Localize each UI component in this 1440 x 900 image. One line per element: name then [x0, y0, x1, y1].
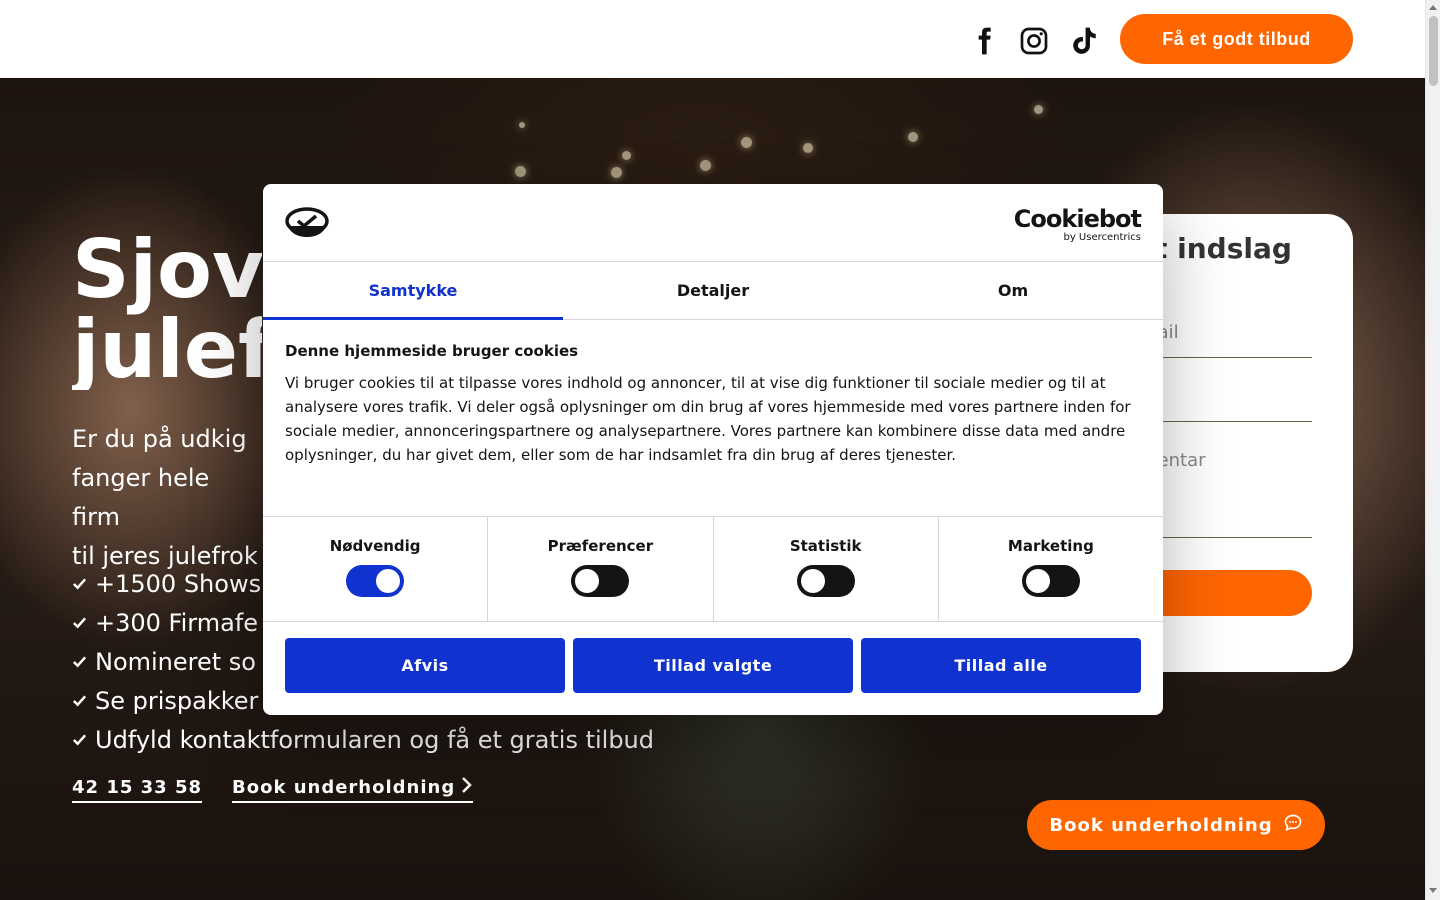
- check-icon: [72, 732, 87, 747]
- decline-button[interactable]: Afvis: [285, 638, 565, 693]
- dialog-tabs: Samtykke Detaljer Om: [263, 262, 1163, 320]
- bullet-text: +1500 Shows: [95, 569, 262, 598]
- bullet-text: Nomineret so: [95, 647, 256, 676]
- get-offer-button[interactable]: Få et godt tilbud: [1120, 14, 1353, 64]
- scroll-up-arrow[interactable]: [1429, 5, 1437, 10]
- statistics-switch[interactable]: [796, 565, 855, 597]
- hero-subtitle: Er du på udkig fanger hele firm til jere…: [72, 425, 258, 570]
- floating-book-button[interactable]: Book underholdning: [1027, 800, 1325, 850]
- tab-om[interactable]: Om: [863, 262, 1163, 319]
- floating-book-label: Book underholdning: [1049, 814, 1273, 836]
- toggle-preferences: Præferencer: [488, 517, 714, 621]
- check-icon: [72, 576, 87, 591]
- toggle-marketing: Marketing: [939, 517, 1163, 621]
- dialog-buttons: Afvis Tillad valgte Tillad alle: [263, 622, 1163, 709]
- site-logo-icon: [285, 206, 329, 244]
- cookiebot-brand-name: Cookiebot: [1013, 205, 1142, 233]
- cookiebot-brand-by: by Usercentrics: [1063, 232, 1141, 243]
- phone-link[interactable]: 42 15 33 58: [72, 776, 202, 803]
- switch-knob: [575, 569, 600, 593]
- toggle-label: Præferencer: [547, 537, 654, 555]
- preferences-switch[interactable]: [571, 565, 630, 597]
- toggle-label: Nødvendig: [329, 537, 421, 555]
- dialog-body: Denne hjemmeside bruger cookies Vi bruge…: [263, 320, 1163, 517]
- bullet-text: +300 Firmafe: [95, 608, 259, 637]
- email-field[interactable]: mail: [1140, 322, 1312, 358]
- check-icon: [72, 693, 87, 708]
- hero-title: Sjov julef: [72, 230, 262, 390]
- chevron-right-icon: [461, 776, 473, 799]
- bullet-text: Udfyld kontaktformularen og få et gratis…: [95, 725, 654, 754]
- allow-all-button[interactable]: Tillad alle: [861, 638, 1141, 693]
- form-title: t indslag: [1154, 232, 1292, 265]
- hero-links: 42 15 33 58 Book underholdning: [72, 776, 474, 803]
- phone-field[interactable]: [1140, 386, 1312, 422]
- tab-samtykke[interactable]: Samtykke: [263, 262, 563, 320]
- necessary-switch[interactable]: [346, 565, 405, 597]
- allow-selected-button[interactable]: Tillad valgte: [573, 638, 853, 693]
- toggle-label: Statistik: [789, 537, 862, 555]
- consent-toggles: Nødvendig Præferencer Statistik Marketin…: [263, 517, 1163, 622]
- cookie-consent-dialog: Cookiebot by Usercentrics Samtykke Detal…: [263, 184, 1163, 715]
- scrollbar-thumb[interactable]: [1429, 16, 1438, 86]
- book-link-label: Book underholdning: [232, 777, 456, 798]
- site-header: Få et godt tilbud: [0, 0, 1425, 78]
- check-icon: [72, 615, 87, 630]
- list-item: Udfyld kontaktformularen og få et gratis…: [72, 720, 654, 759]
- switch-knob: [800, 569, 825, 593]
- form-submit-button[interactable]: [1140, 570, 1312, 616]
- marketing-switch[interactable]: [1021, 565, 1080, 597]
- book-entertainment-link[interactable]: Book underholdning: [232, 776, 474, 803]
- switch-knob: [376, 569, 401, 593]
- comment-field[interactable]: mentar: [1140, 450, 1312, 538]
- switch-knob: [1025, 569, 1050, 593]
- facebook-icon[interactable]: [967, 22, 1001, 60]
- tiktok-icon[interactable]: [1067, 22, 1101, 60]
- cookiebot-logo[interactable]: Cookiebot by Usercentrics: [1013, 205, 1142, 244]
- bullet-text: Se prispakker: [95, 686, 259, 715]
- check-icon: [72, 654, 87, 669]
- toggle-label: Marketing: [1007, 537, 1094, 555]
- instagram-icon[interactable]: [1017, 22, 1051, 60]
- tab-detaljer[interactable]: Detaljer: [563, 262, 863, 319]
- toggle-necessary: Nødvendig: [263, 517, 489, 621]
- dialog-header: Cookiebot by Usercentrics: [263, 184, 1163, 262]
- dialog-description: Vi bruger cookies til at tilpasse vores …: [285, 374, 1131, 464]
- page-scrollbar[interactable]: [1425, 0, 1440, 900]
- scroll-down-arrow[interactable]: [1429, 888, 1437, 893]
- toggle-statistics: Statistik: [714, 517, 939, 621]
- chat-bubble-icon: [1283, 813, 1303, 838]
- dialog-heading: Denne hjemmeside bruger cookies: [285, 342, 579, 360]
